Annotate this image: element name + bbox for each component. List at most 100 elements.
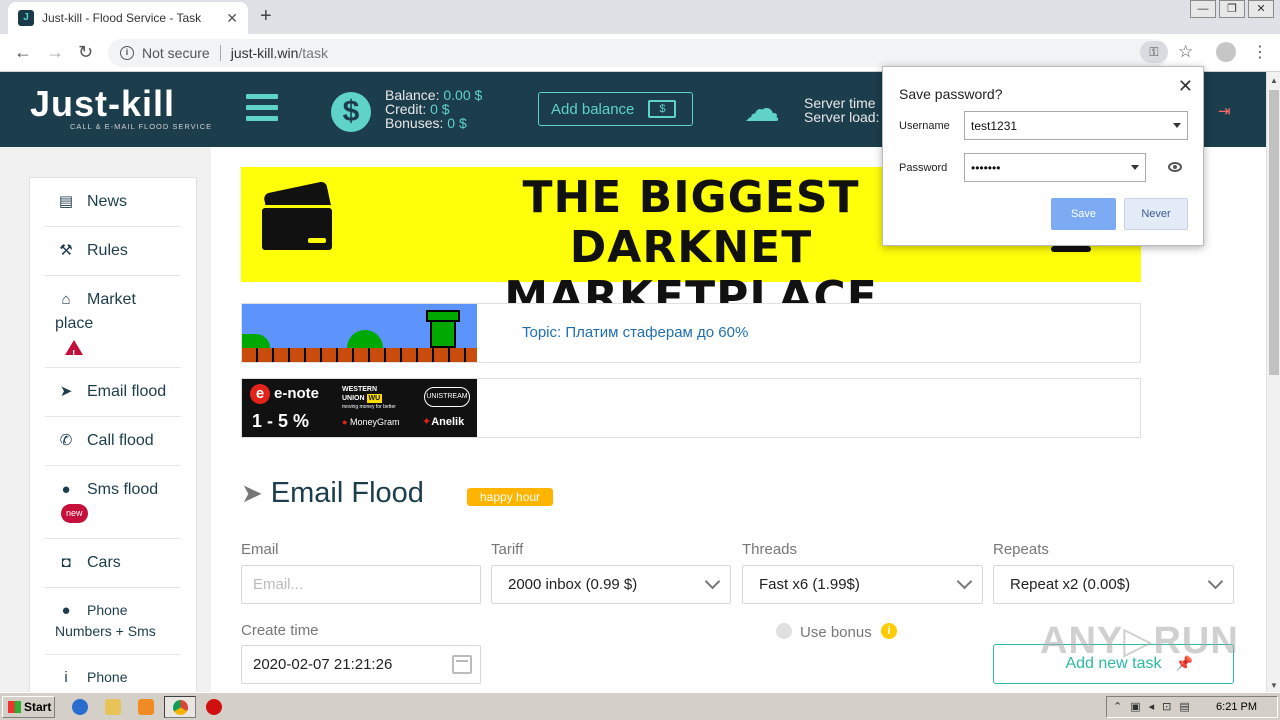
url-field[interactable]: i Not secure just-kill.win/task (108, 39, 1168, 67)
server-time-label: Server time (804, 95, 876, 111)
dropdown-arrow-icon (1131, 165, 1139, 170)
username-label: Username (899, 120, 950, 132)
repeats-select[interactable]: Repeat x2 (0.00$) (993, 565, 1234, 604)
sidebar-item-call-flood[interactable]: ✆ Call flood (45, 417, 181, 466)
new-tab-button[interactable]: + (260, 5, 272, 28)
url-domain: just-kill.win (230, 45, 299, 61)
credit-card-icon (259, 180, 335, 253)
new-badge: new (61, 504, 88, 524)
page-title: Email Flood (270, 477, 424, 509)
forward-arrow-icon[interactable]: → (46, 42, 64, 63)
enote-banner-image: e e-note 1 - 5 % WESTERN UNION WU moving … (242, 379, 477, 437)
window-controls: — ❐ ✕ (1187, 0, 1274, 18)
browser-tab[interactable]: J Just-kill - Flood Service - Task ✕ (8, 2, 248, 34)
tab-close-icon[interactable]: ✕ (226, 10, 238, 27)
sidebar-item-news[interactable]: ▤ News (45, 178, 181, 227)
never-button[interactable]: Never (1124, 198, 1188, 230)
sidebar-item-market-place[interactable]: ⌂ Market place ! (45, 276, 181, 368)
password-select[interactable]: ••••••• (964, 153, 1146, 182)
scroll-up-icon[interactable]: ▲ (1270, 76, 1278, 85)
enote-ad-banner[interactable]: e e-note 1 - 5 % WESTERN UNION WU moving … (241, 378, 1141, 438)
security-label: Not secure (142, 45, 221, 61)
clock: 6:21 PM (1216, 701, 1257, 713)
bookmark-star-icon[interactable]: ☆ (1178, 42, 1193, 62)
threads-select[interactable]: Fast x6 (1.99$) (742, 565, 983, 604)
tray-icons[interactable]: ⌃▣◂⊡▤ (1113, 700, 1198, 713)
dropdown-arrow-icon (1173, 123, 1181, 128)
use-bonus-label: Use bonus (800, 624, 872, 641)
site-info-icon[interactable]: i (120, 46, 134, 60)
page-scrollbar[interactable]: ▲ ▼ (1266, 72, 1280, 692)
eye-icon[interactable] (1168, 162, 1182, 172)
minimize-button[interactable]: — (1190, 0, 1216, 18)
scroll-down-icon[interactable]: ▼ (1270, 681, 1278, 690)
email-input[interactable]: Email... (241, 565, 481, 604)
western-union-logo: WESTERN UNION WU moving money for better (342, 386, 396, 410)
create-time-label: Create time (241, 622, 319, 639)
scrollbar-thumb[interactable] (1269, 90, 1279, 375)
add-balance-button[interactable]: Add balance $ (538, 92, 693, 126)
bonuses-label: Bonuses: (385, 115, 444, 131)
sidebar-item-phone-numbers-sms[interactable]: ● Phone Numbers + Sms (45, 588, 181, 655)
restore-button[interactable]: ❐ (1219, 0, 1245, 18)
unistream-logo: UNISTREAM (424, 387, 470, 407)
back-arrow-icon[interactable]: ← (14, 42, 32, 63)
hamburger-menu-icon[interactable] (246, 94, 278, 127)
browser-menu-icon[interactable]: ⋮ (1252, 42, 1268, 62)
enote-percent: 1 - 5 % (252, 411, 310, 431)
gavel-icon: ⚒ (59, 242, 73, 259)
happy-hour-badge: happy hour (467, 488, 554, 506)
chevron-down-icon (704, 573, 721, 590)
tariff-select[interactable]: 2000 inbox (0.99 $) (491, 565, 731, 604)
site-favicon-icon: J (18, 10, 34, 26)
topic-link[interactable]: Topic: Платим стаферам до 60% (522, 324, 748, 341)
tariff-label: Tariff (491, 541, 524, 558)
username-select[interactable]: test1231 (964, 111, 1188, 140)
sidebar-item-email-flood[interactable]: ➤ Email flood (45, 368, 181, 417)
threads-value: Fast x6 (1.99$) (759, 576, 860, 593)
sidebar-item-label: Cars (87, 554, 121, 571)
tab-title: Just-kill - Flood Service - Task (42, 11, 202, 25)
chevron-down-icon (956, 573, 973, 590)
sidebar-item-sms-flood[interactable]: ● Sms flood new (45, 466, 181, 539)
reload-icon[interactable]: ↻ (78, 42, 93, 63)
dialog-close-icon[interactable]: ✕ (1178, 76, 1193, 97)
calendar-icon[interactable] (452, 655, 472, 674)
username-value: test1231 (971, 118, 1018, 133)
sidebar-item-label: Phone (87, 669, 128, 685)
bonuses-value: 0 $ (447, 115, 467, 131)
anyrun-watermark: ANY▷RUN (1040, 620, 1239, 662)
password-key-icon[interactable]: ⚿ (1140, 41, 1168, 63)
sidebar-item-rules[interactable]: ⚒ Rules (45, 227, 181, 276)
sidebar: ▤ News ⚒ Rules ⌂ Market place ! ➤ Email floo… (29, 177, 197, 717)
chrome-taskbar-button[interactable] (164, 696, 196, 718)
folder-icon[interactable] (105, 699, 121, 715)
anelik-logo: ✦Anelik (422, 416, 465, 428)
use-bonus-checkbox[interactable] (776, 623, 792, 639)
window-close-button[interactable]: ✕ (1248, 0, 1274, 18)
start-button[interactable]: Start (2, 696, 55, 718)
profile-avatar-icon[interactable] (1216, 42, 1236, 62)
media-player-icon[interactable] (138, 699, 154, 715)
logo-text: Just-kill (30, 83, 176, 124)
topic-ad-banner[interactable]: Topic: Платим стаферам до 60% (241, 303, 1141, 363)
internet-explorer-icon[interactable] (72, 699, 88, 715)
server-load-label: Server load: (804, 109, 880, 125)
sidebar-item-cars[interactable]: ◘ Cars (45, 539, 181, 588)
sidebar-item-label: Rules (87, 242, 128, 259)
taskbar: Start ⌃▣◂⊡▤ 6:21 PM (0, 692, 1280, 720)
stop-icon[interactable] (206, 699, 222, 715)
logout-icon[interactable]: ⇥ (1218, 102, 1231, 120)
save-button[interactable]: Save (1051, 198, 1116, 230)
create-time-input[interactable]: 2020-02-07 21:21:26 (241, 645, 481, 684)
dialog-title: Save password? (899, 86, 1003, 102)
info-icon[interactable]: i (881, 623, 897, 639)
save-password-dialog: Save password? ✕ Username test1231 Passw… (882, 66, 1204, 246)
sidebar-item-label: News (87, 193, 128, 210)
basket-icon: ⌂ (61, 291, 71, 308)
browser-tab-bar: J Just-kill - Flood Service - Task ✕ + —… (0, 0, 1280, 34)
site-logo[interactable]: Just-kill CALL & E-MAIL FLOOD SERVICE (30, 83, 212, 132)
chat-icon: ● (61, 602, 71, 619)
create-time-value: 2020-02-07 21:21:26 (253, 656, 393, 673)
chevron-down-icon (1207, 573, 1224, 590)
